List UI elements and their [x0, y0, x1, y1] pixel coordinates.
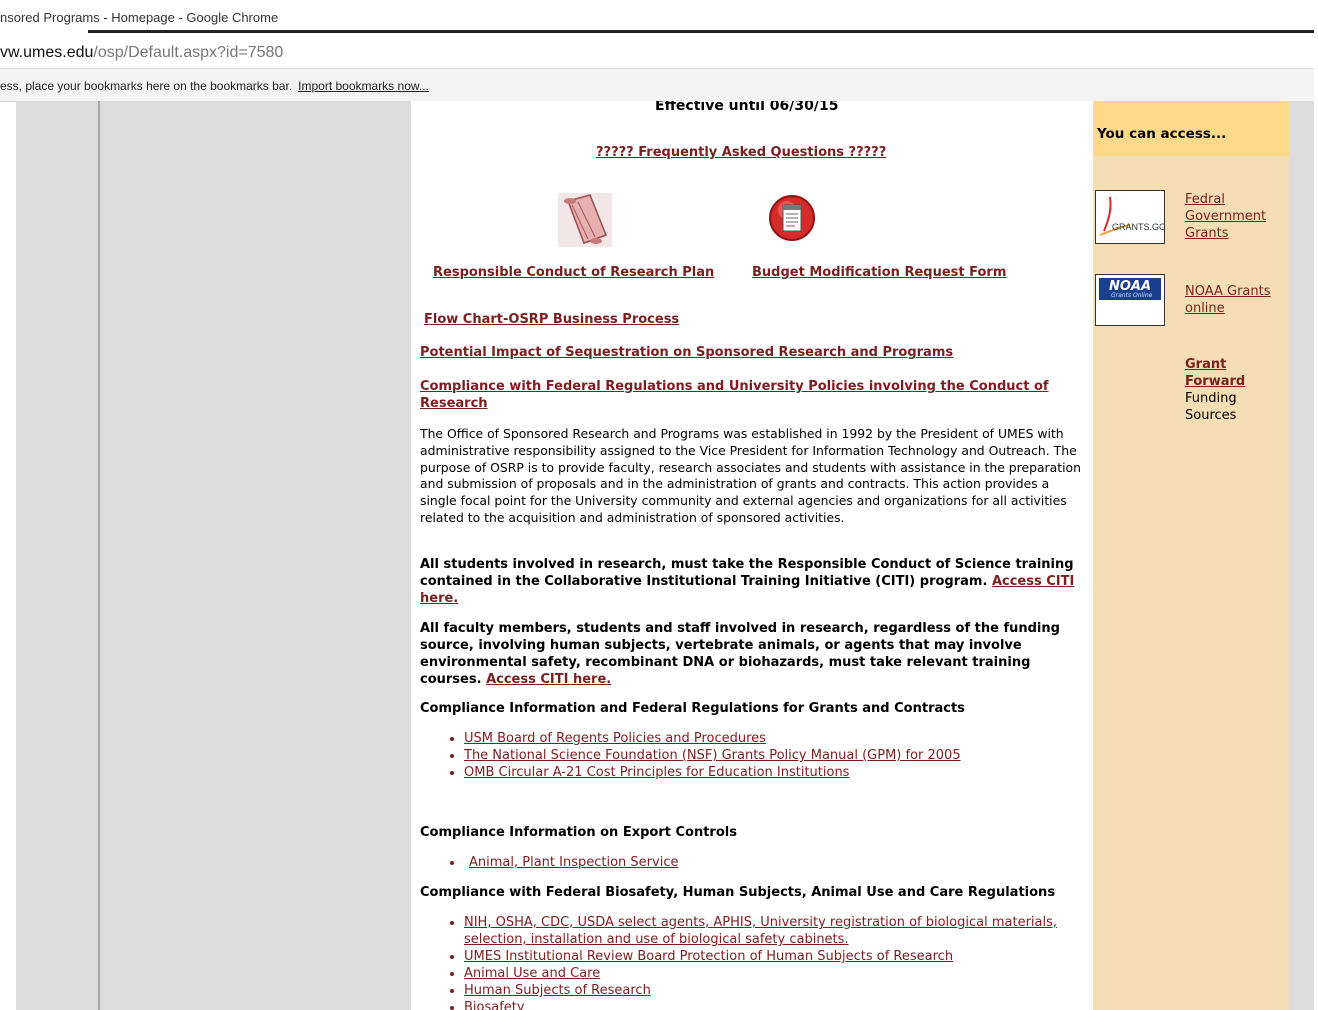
scroll-icon[interactable]	[556, 191, 614, 249]
list-item: OMB Circular A-21 Cost Principles for Ed…	[464, 764, 1104, 781]
list-item: The National Science Foundation (NSF) Gr…	[464, 747, 1104, 764]
grants-gov-swoosh-icon	[1099, 196, 1131, 236]
funding-sources-text: Funding Sources	[1185, 391, 1237, 423]
window-title: nsored Programs - Homepage - Google Chro…	[0, 10, 279, 25]
faculty-citi-link[interactable]: Access CITI here.	[486, 672, 611, 687]
noaa-subtext: Grants Online	[1111, 292, 1153, 299]
omb-circular-link[interactable]: OMB Circular A-21 Cost Principles for Ed…	[464, 765, 849, 780]
page-shell: Effective until 06/30/15 ????? Frequentl…	[98, 101, 1289, 1010]
list-item: NIH, OSHA, CDC, USDA select agents, APHI…	[464, 914, 1089, 948]
main-content: Effective until 06/30/15 ????? Frequentl…	[411, 101, 1094, 1010]
form-icon[interactable]	[767, 193, 817, 243]
students-text: All students involved in research, must …	[420, 557, 1074, 589]
noaa-grants-link[interactable]: NOAA Grants online	[1185, 283, 1281, 317]
human-subjects-link[interactable]: Human Subjects of Research	[464, 983, 651, 998]
sidebar-header: You can access...	[1093, 101, 1289, 156]
aphis-link[interactable]: Animal, Plant Inspection Service	[469, 855, 678, 870]
federal-grants-link[interactable]: Fedral Government Grants	[1185, 191, 1281, 242]
list-item: Human Subjects of Research	[464, 982, 1089, 999]
usm-regents-link[interactable]: USM Board of Regents Policies and Proced…	[464, 731, 766, 746]
export-list: Animal, Plant Inspection Service	[420, 854, 1104, 871]
about-paragraph: The Office of Sponsored Research and Pro…	[420, 426, 1081, 525]
students-notice: All students involved in research, must …	[420, 556, 1090, 607]
biosafety-heading: Compliance with Federal Biosafety, Human…	[420, 885, 1056, 900]
list-item: USM Board of Regents Policies and Proced…	[464, 730, 1104, 747]
nsf-gpm-link[interactable]: The National Science Foundation (NSF) Gr…	[464, 748, 961, 763]
sidebar-heading: You can access...	[1097, 126, 1227, 142]
address-bar[interactable]: vw.umes.edu/osp/Default.aspx?id=7580	[0, 38, 1314, 68]
noaa-banner: NOAA Grants Online	[1099, 278, 1161, 300]
list-item: Animal, Plant Inspection Service	[464, 854, 1104, 871]
url-host[interactable]: vw.umes.edu	[0, 44, 93, 61]
effective-date: Effective until 06/30/15	[655, 101, 839, 114]
flow-chart-link[interactable]: Flow Chart-OSRP Business Process	[424, 311, 679, 328]
page-viewport: Effective until 06/30/15 ????? Frequentl…	[16, 101, 1314, 1010]
biosafety-link[interactable]: Biosafety	[464, 1000, 525, 1010]
sidebar: You can access... GRANTS.GOV Fedral Gove…	[1093, 101, 1289, 1010]
compliance-research-link[interactable]: Compliance with Federal Regulations and …	[420, 378, 1080, 412]
bookmarks-hint: ess, place your bookmarks here on the bo…	[0, 79, 293, 93]
grants-gov-text: GRANTS.GOV	[1112, 222, 1164, 232]
faculty-notice: All faculty members, students and staff …	[420, 620, 1084, 688]
browser-title-bar: nsored Programs - Homepage - Google Chro…	[0, 0, 1314, 34]
list-item: UMES Institutional Review Board Protecti…	[464, 948, 1089, 965]
url-path[interactable]: /osp/Default.aspx?id=7580	[93, 44, 283, 61]
list-item: Animal Use and Care	[464, 965, 1089, 982]
bookmarks-bar: ess, place your bookmarks here on the bo…	[0, 68, 1314, 102]
tab-strip-line	[88, 30, 1314, 33]
grant-forward-link[interactable]: Grant Forward	[1185, 356, 1281, 390]
budget-form-link[interactable]: Budget Modification Request Form	[752, 264, 1006, 281]
list-item: Biosafety	[464, 999, 1089, 1010]
sequestration-link[interactable]: Potential Impact of Sequestration on Spo…	[420, 344, 953, 361]
rcr-plan-link[interactable]: Responsible Conduct of Research Plan	[433, 264, 714, 281]
faq-link[interactable]: ????? Frequently Asked Questions ?????	[596, 144, 886, 161]
import-bookmarks-link[interactable]: Import bookmarks now...	[298, 79, 429, 93]
select-agents-link[interactable]: NIH, OSHA, CDC, USDA select agents, APHI…	[464, 915, 1057, 947]
noaa-logo[interactable]: NOAA Grants Online	[1095, 274, 1165, 326]
animal-use-link[interactable]: Animal Use and Care	[464, 966, 600, 981]
biosafety-list: NIH, OSHA, CDC, USDA select agents, APHI…	[420, 914, 1089, 1010]
export-heading: Compliance Information on Export Control…	[420, 825, 737, 840]
irb-link[interactable]: UMES Institutional Review Board Protecti…	[464, 949, 953, 964]
grants-gov-logo[interactable]: GRANTS.GOV	[1095, 190, 1165, 244]
grants-list: USM Board of Regents Policies and Proced…	[420, 730, 1104, 781]
grants-heading: Compliance Information and Federal Regul…	[420, 701, 965, 716]
